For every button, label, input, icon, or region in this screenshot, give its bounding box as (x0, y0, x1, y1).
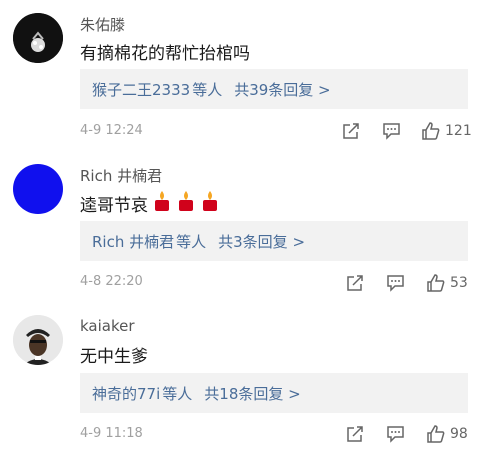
candle-emoji (152, 190, 172, 217)
like-count: 98 (450, 426, 468, 442)
avatar[interactable] (13, 315, 63, 365)
comment-text-body: 逵哥节哀 (80, 196, 148, 216)
like-button[interactable]: 121 (421, 121, 472, 141)
like-button[interactable]: 98 (426, 424, 468, 444)
comment-item: 朱佑滕 有摘棉花的帮忙抬棺吗 猴子二王2333 等人 共39条回复 > 4-9 … (0, 0, 482, 151)
reply-count: 共18条回复 > (204, 384, 301, 403)
avatar[interactable] (13, 13, 63, 63)
comment-icon (383, 123, 400, 140)
comment-text: 逵哥节哀 (80, 190, 220, 217)
replies-link[interactable]: Rich 井楠君 等人 共3条回复 > (80, 221, 468, 261)
comment-text: 无中生爹 (80, 347, 148, 367)
comment-button[interactable] (386, 425, 405, 443)
timestamp: 4-9 11:18 (80, 426, 143, 441)
reply-suffix: 等人 (162, 384, 193, 403)
reply-user: Rich 井楠君 (92, 232, 175, 251)
thumbs-up-icon (422, 122, 440, 140)
username[interactable]: Rich 井楠君 (80, 165, 162, 186)
share-button[interactable] (342, 122, 360, 140)
candle-emoji (200, 190, 220, 217)
replies-link[interactable]: 猴子二王2333 等人 共39条回复 > (80, 69, 468, 109)
reply-user: 猴子二王2333 (92, 80, 191, 99)
comment-text: 有摘棉花的帮忙抬棺吗 (80, 44, 250, 64)
share-icon (347, 275, 363, 291)
timestamp: 4-8 22:20 (80, 274, 143, 289)
reply-count: 共39条回复 > (234, 80, 331, 99)
username[interactable]: 朱佑滕 (80, 14, 125, 35)
comment-item: Rich 井楠君 逵哥节哀 Rich 井楠君 等人 共3条回复 > 4-8 22… (0, 151, 482, 302)
timestamp: 4-9 12:24 (80, 123, 143, 138)
reply-user: 神奇的77i (92, 384, 161, 403)
reply-suffix: 等人 (192, 80, 223, 99)
thumbs-up-icon (427, 274, 445, 292)
comment-button[interactable] (382, 122, 401, 140)
comment-icon (387, 426, 404, 443)
like-count: 121 (445, 123, 472, 139)
comment-item: kaiaker 无中生爹 神奇的77i 等人 共18条回复 > 4-9 11:1… (0, 302, 482, 451)
share-button[interactable] (346, 425, 364, 443)
share-icon (347, 426, 363, 442)
comment-button[interactable] (386, 274, 405, 292)
candle-emoji (176, 190, 196, 217)
comment-icon (387, 275, 404, 292)
avatar[interactable] (13, 164, 63, 214)
reply-suffix: 等人 (176, 232, 207, 251)
share-button[interactable] (346, 274, 364, 292)
thumbs-up-icon (427, 425, 445, 443)
share-icon (343, 123, 359, 139)
like-button[interactable]: 53 (426, 273, 468, 293)
reply-count: 共3条回复 > (218, 232, 306, 251)
replies-link[interactable]: 神奇的77i 等人 共18条回复 > (80, 373, 468, 413)
like-count: 53 (450, 275, 468, 291)
username[interactable]: kaiaker (80, 317, 135, 335)
